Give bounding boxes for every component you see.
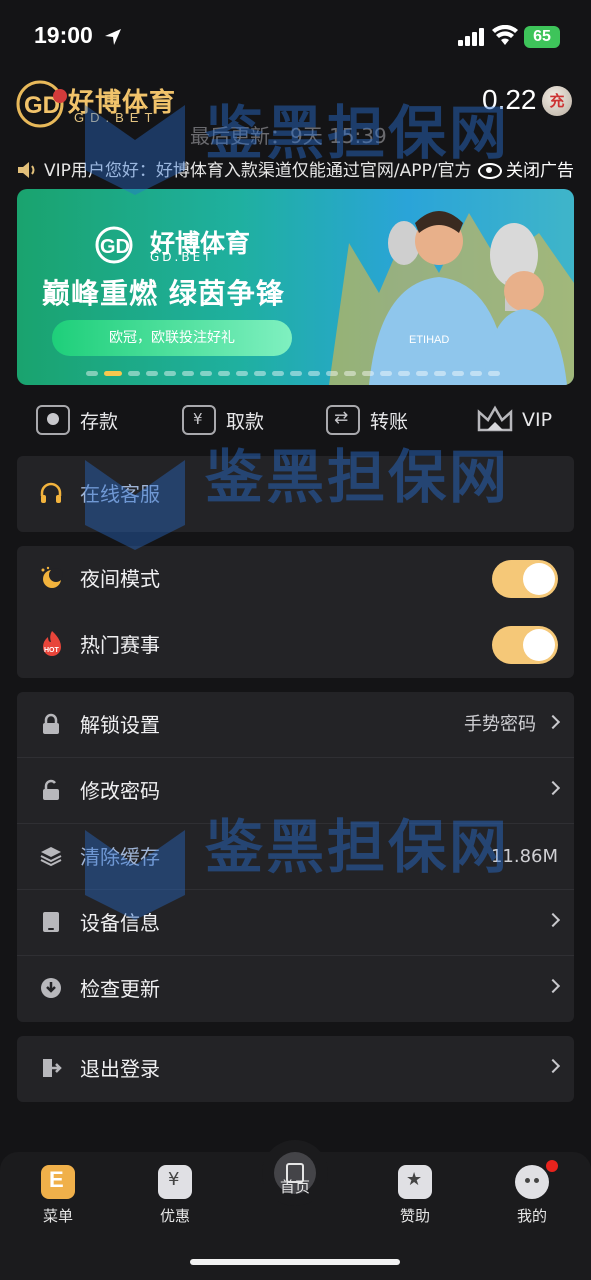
tab-home[interactable]: 首页: [255, 1176, 335, 1197]
banner-players-illustration: ETIHAD: [329, 211, 574, 385]
hot-flame-icon: HOT: [43, 631, 61, 656]
vip-label: VIP: [522, 409, 553, 431]
hot-badge: HOT: [44, 647, 60, 654]
logout-card: 退出登录: [17, 1036, 574, 1102]
recharge-button[interactable]: 充: [542, 86, 572, 116]
carousel-dot[interactable]: [398, 371, 410, 376]
tab-sponsor[interactable]: ★ 赞助: [375, 1165, 455, 1226]
carousel-dot[interactable]: [254, 371, 266, 376]
gd-logo-icon: GD: [16, 80, 67, 128]
carousel-indicator[interactable]: [86, 371, 500, 377]
close-ad-label: 关闭广告: [506, 161, 574, 181]
tab-promotions-label: 优惠: [159, 1207, 190, 1225]
promo-tab-icon: ¥: [158, 1165, 192, 1199]
chevron-right-icon: [545, 714, 561, 730]
watermark: 鉴黑担保网: [205, 813, 511, 881]
moon-sun-icon: [41, 566, 63, 588]
deposit-icon: [36, 405, 70, 435]
watermark-logo-icon: [85, 830, 185, 920]
headset-icon: [40, 482, 62, 503]
unlock-settings-row[interactable]: 解锁设置 手势密码: [17, 692, 574, 758]
carousel-dot[interactable]: [200, 371, 212, 376]
tab-promotions[interactable]: ¥ 优惠: [135, 1165, 215, 1226]
tab-menu[interactable]: E 菜单: [18, 1165, 98, 1226]
logout-label: 退出登录: [80, 1057, 160, 1081]
deposit-label: 存款: [80, 410, 119, 433]
watermark: 鉴黑担保网: [205, 99, 511, 167]
lock-icon: [43, 713, 59, 734]
carousel-dot[interactable]: [104, 371, 122, 376]
hot-events-label: 热门赛事: [80, 633, 160, 657]
carousel-dot[interactable]: [326, 371, 338, 376]
unlock-icon: [43, 779, 59, 800]
profile-tab-icon: [515, 1165, 549, 1199]
carousel-dot[interactable]: [470, 371, 482, 376]
home-indicator: [190, 1259, 400, 1265]
banner-logo-icon: GD: [95, 226, 133, 264]
tab-home-label: 首页: [279, 1178, 310, 1196]
unlock-settings-value: 手势密码: [464, 714, 536, 735]
carousel-dot[interactable]: [344, 371, 356, 376]
tab-profile[interactable]: 我的: [492, 1165, 572, 1226]
watermark: 鉴黑担保网: [205, 443, 511, 511]
carousel-dot[interactable]: [488, 371, 500, 376]
watermark-logo-icon: [85, 460, 185, 550]
notification-dot: [546, 1160, 558, 1172]
carousel-dot[interactable]: [416, 371, 428, 376]
banner-brand-domain: GD.BET: [150, 250, 214, 264]
carousel-dot[interactable]: [218, 371, 230, 376]
deposit-button[interactable]: 存款: [36, 400, 118, 440]
sponsor-text: ETIHAD: [409, 334, 449, 346]
night-mode-row: 夜间模式: [17, 546, 574, 612]
night-mode-toggle[interactable]: [492, 560, 558, 598]
banner-slogan: 巅峰重燃 绿茵争锋: [42, 277, 285, 310]
hot-events-toggle[interactable]: [492, 626, 558, 664]
speaker-icon: [18, 162, 35, 178]
carousel-dot[interactable]: [380, 371, 392, 376]
chevron-right-icon: [545, 1058, 561, 1074]
carousel-dot[interactable]: [146, 371, 158, 376]
carousel-dot[interactable]: [452, 371, 464, 376]
chevron-right-icon: [545, 780, 561, 796]
logout-icon: [43, 1059, 62, 1077]
unlock-settings-label: 解锁设置: [80, 713, 160, 737]
layers-icon: [40, 847, 62, 867]
carousel-dot[interactable]: [434, 371, 446, 376]
carousel-dot[interactable]: [128, 371, 140, 376]
tab-profile-label: 我的: [516, 1207, 547, 1225]
sponsor-tab-icon: ★: [398, 1165, 432, 1199]
carousel-dot[interactable]: [362, 371, 374, 376]
cellular-signal-icon: [458, 28, 484, 46]
wifi-icon: [492, 25, 518, 45]
battery-indicator: 65: [524, 26, 560, 48]
carousel-dot[interactable]: [164, 371, 176, 376]
status-time: 19:00: [34, 22, 93, 48]
menu-tab-icon: E: [41, 1165, 75, 1199]
svg-text:GD: GD: [100, 236, 130, 258]
status-bar: 19:00 65: [0, 0, 591, 72]
tab-menu-label: 菜单: [42, 1207, 73, 1225]
night-mode-label: 夜间模式: [80, 567, 160, 591]
carousel-dot[interactable]: [182, 371, 194, 376]
chevron-right-icon: [545, 978, 561, 994]
carousel-dot[interactable]: [236, 371, 248, 376]
carousel-dot[interactable]: [308, 371, 320, 376]
chevron-right-icon: [545, 912, 561, 928]
logout-row[interactable]: 退出登录: [17, 1036, 574, 1102]
carousel-dot[interactable]: [86, 371, 98, 376]
carousel-dot[interactable]: [272, 371, 284, 376]
tab-sponsor-label: 赞助: [399, 1207, 430, 1225]
carousel-dot[interactable]: [290, 371, 302, 376]
tablet-icon: [43, 912, 59, 932]
banner-cta[interactable]: 欧冠，欧联投注好礼: [52, 320, 292, 356]
watermark-logo-icon: [85, 105, 185, 195]
preferences-card: 夜间模式 HOT 热门赛事: [17, 546, 574, 678]
location-arrow-icon: [105, 29, 121, 45]
download-circle-icon: [41, 978, 61, 998]
check-update-row[interactable]: 检查更新: [17, 956, 574, 1022]
check-update-label: 检查更新: [80, 977, 160, 1001]
hot-events-row: HOT 热门赛事: [17, 612, 574, 678]
